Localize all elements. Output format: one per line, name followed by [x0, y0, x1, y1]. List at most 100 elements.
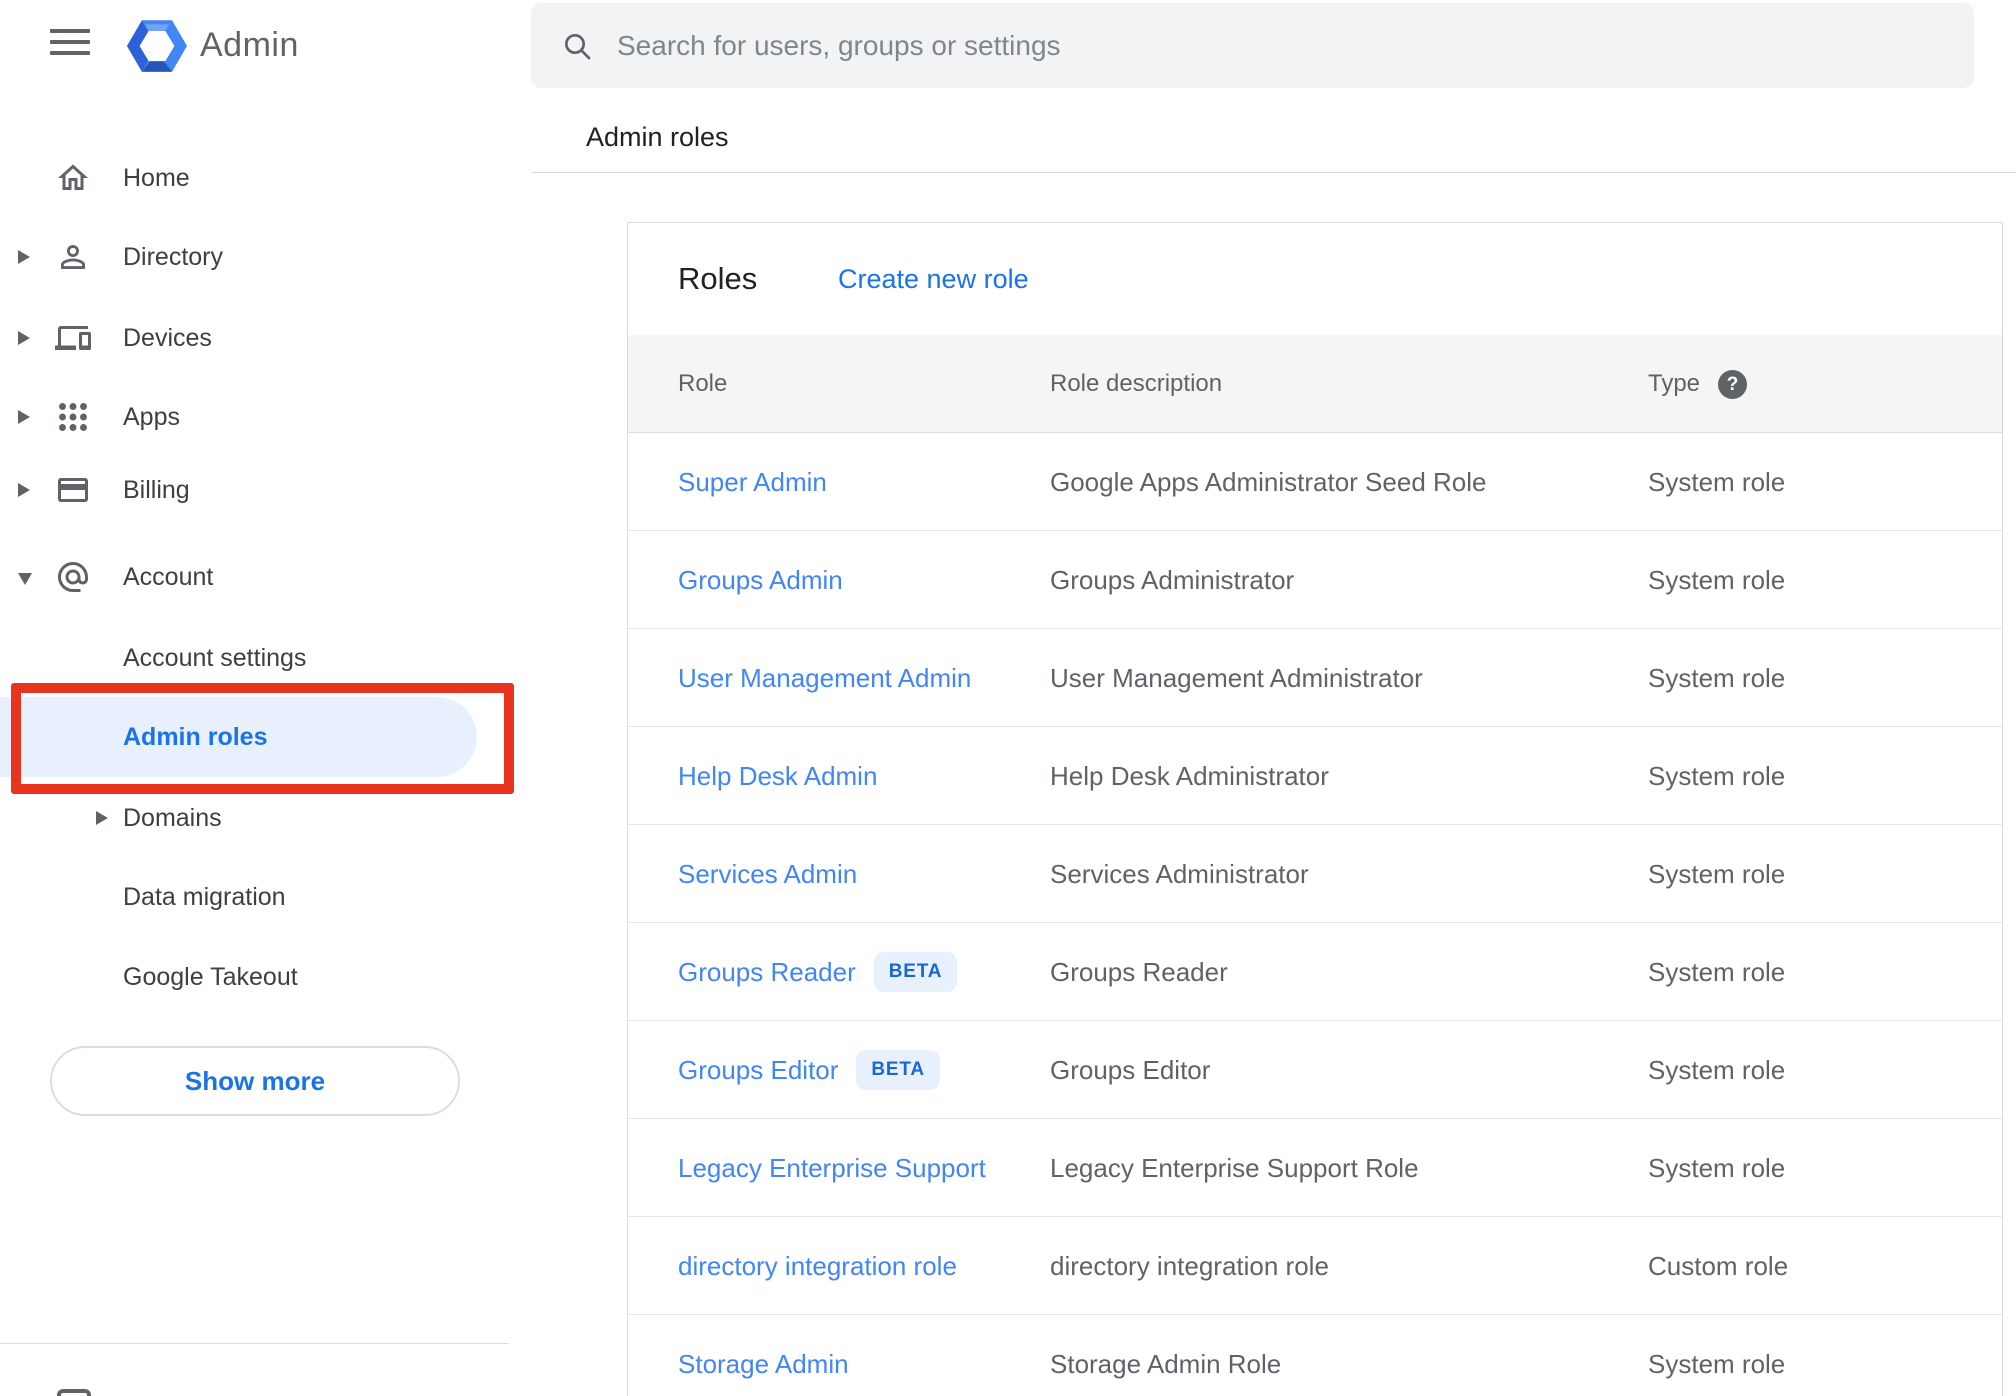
apps-icon — [55, 399, 91, 435]
expand-arrow-icon[interactable] — [18, 250, 30, 264]
role-cell: Groups Editor BETA — [678, 1021, 940, 1119]
expand-arrow-icon[interactable] — [18, 483, 30, 497]
table-row: Groups Reader BETA Groups Reader System rol… — [628, 923, 2002, 1021]
role-type-cell: System role — [1648, 1348, 1786, 1379]
show-more-button[interactable]: Show more — [50, 1046, 460, 1116]
table-row: Services Admin Services Administrator Syst… — [628, 825, 2002, 923]
role-type-cell: System role — [1648, 858, 1786, 889]
sidebar-item-label: Account settings — [123, 643, 307, 672]
home-icon — [55, 160, 91, 196]
credit-card-icon — [55, 472, 91, 508]
role-cell: Storage Admin — [678, 1315, 849, 1396]
sidebar-item-label: Data migration — [123, 882, 286, 911]
role-description-cell: Help Desk Administrator — [1050, 760, 1329, 791]
person-icon — [55, 239, 91, 275]
sidebar-nav: Home Directory Devices Apps Billing Account Ac… — [0, 0, 530, 1396]
role-cell: Super Admin — [678, 433, 827, 531]
role-link[interactable]: Storage Admin — [678, 1349, 849, 1380]
sidebar-item-label: Directory — [123, 242, 224, 271]
sidebar-item-devices[interactable]: Devices — [0, 298, 530, 378]
beta-badge: BETA — [873, 952, 958, 992]
role-link[interactable]: Help Desk Admin — [678, 761, 877, 792]
column-header-role: Role — [678, 370, 728, 397]
role-type-cell: System role — [1648, 956, 1786, 987]
sidebar-item-admin-roles[interactable]: Admin roles — [0, 697, 530, 777]
role-description-cell: Services Administrator — [1050, 858, 1309, 889]
role-link[interactable]: Super Admin — [678, 467, 827, 498]
sidebar-item-account[interactable]: Account — [0, 537, 530, 617]
role-link[interactable]: Groups Reader — [678, 957, 856, 988]
role-description-cell: Groups Administrator — [1050, 564, 1295, 595]
role-link[interactable]: Legacy Enterprise Support — [678, 1153, 986, 1184]
table-row: Storage Admin Storage Admin Role System ro… — [628, 1315, 2002, 1396]
sidebar-item-label: Home — [123, 163, 190, 192]
role-description-cell: User Management Administrator — [1050, 662, 1423, 693]
role-link[interactable]: Services Admin — [678, 859, 857, 890]
role-description-cell: directory integration role — [1050, 1250, 1329, 1281]
role-description-cell: Groups Editor — [1050, 1054, 1211, 1085]
sidebar-item-directory[interactable]: Directory — [0, 217, 530, 297]
role-link[interactable]: Groups Admin — [678, 565, 843, 596]
expand-arrow-icon[interactable] — [18, 410, 30, 424]
role-type-cell: System role — [1648, 1054, 1786, 1085]
sidebar-item-label: Billing — [123, 475, 190, 504]
search-input[interactable] — [615, 28, 1974, 63]
sidebar-item-google-takeout[interactable]: Google Takeout — [0, 937, 530, 1017]
help-icon[interactable]: ? — [1718, 370, 1747, 399]
create-new-role-link[interactable]: Create new role — [838, 223, 1029, 335]
collapse-arrow-icon[interactable] — [18, 573, 32, 585]
sidebar-item-data-migration[interactable]: Data migration — [0, 857, 530, 937]
admin-console-screen: Admin Home Directory Devices Apps Billing Acc… — [0, 0, 2016, 1396]
table-row: Groups Admin Groups Administrator System r… — [628, 531, 2002, 629]
roles-table-body: Super Admin Google Apps Administrator See… — [628, 433, 2002, 1396]
roles-card-header: Roles Create new role — [628, 223, 2002, 335]
table-row: Super Admin Google Apps Administrator See… — [628, 433, 2002, 531]
role-type-cell: Custom role — [1648, 1250, 1789, 1281]
feedback-icon[interactable] — [57, 1389, 91, 1396]
role-cell: Legacy Enterprise Support — [678, 1119, 986, 1217]
roles-card: Roles Create new role Role Role descript… — [627, 222, 2003, 1396]
roles-table-header: Role Role description Type ? — [628, 335, 2002, 433]
sidebar-item-domains[interactable]: Domains — [0, 778, 530, 858]
role-cell: Groups Reader BETA — [678, 923, 958, 1021]
table-row: Help Desk Admin Help Desk Administrator Sy… — [628, 727, 2002, 825]
role-type-cell: System role — [1648, 662, 1786, 693]
sidebar-item-apps[interactable]: Apps — [0, 377, 530, 457]
role-type-cell: System role — [1648, 760, 1786, 791]
expand-arrow-icon[interactable] — [18, 331, 30, 345]
table-row: directory integration role directory inte… — [628, 1217, 2002, 1315]
expand-arrow-icon[interactable] — [96, 811, 108, 825]
sidebar-item-billing[interactable]: Billing — [0, 450, 530, 530]
column-header-type: Type — [1648, 370, 1701, 397]
sidebar-item-label: Google Takeout — [123, 962, 298, 991]
role-cell: Help Desk Admin — [678, 727, 877, 825]
table-row: Groups Editor BETA Groups Editor System rol… — [628, 1021, 2002, 1119]
sidebar-item-home[interactable]: Home — [0, 138, 530, 218]
search-bar[interactable] — [531, 3, 1974, 88]
role-cell: directory integration role — [678, 1217, 957, 1315]
top-divider — [531, 172, 2016, 173]
at-sign-icon — [55, 559, 91, 595]
role-link[interactable]: Groups Editor — [678, 1055, 838, 1086]
sidebar-item-label: Domains — [123, 803, 222, 832]
role-link[interactable]: directory integration role — [678, 1251, 957, 1282]
role-type-cell: System role — [1648, 1152, 1786, 1183]
role-type-cell: System role — [1648, 466, 1786, 497]
table-row: Legacy Enterprise Support Legacy Enterpri… — [628, 1119, 2002, 1217]
breadcrumb: Admin roles — [586, 122, 729, 152]
role-description-cell: Google Apps Administrator Seed Role — [1050, 466, 1487, 497]
role-link[interactable]: User Management Admin — [678, 663, 971, 694]
role-description-cell: Storage Admin Role — [1050, 1348, 1282, 1379]
sidebar: Admin Home Directory Devices Apps Billing Acc… — [0, 0, 530, 1396]
devices-icon — [55, 320, 91, 356]
column-header-role-description: Role description — [1050, 370, 1223, 397]
role-description-cell: Legacy Enterprise Support Role — [1050, 1152, 1419, 1183]
role-type-cell: System role — [1648, 564, 1786, 595]
sidebar-item-label: Account — [123, 562, 214, 591]
sidebar-bottom-divider — [0, 1343, 509, 1344]
sidebar-item-account-settings[interactable]: Account settings — [0, 618, 530, 698]
role-cell: User Management Admin — [678, 629, 971, 727]
sidebar-item-label: Apps — [123, 402, 180, 431]
table-row: User Management Admin User Management Adm… — [628, 629, 2002, 727]
sidebar-item-label: Devices — [123, 323, 212, 352]
